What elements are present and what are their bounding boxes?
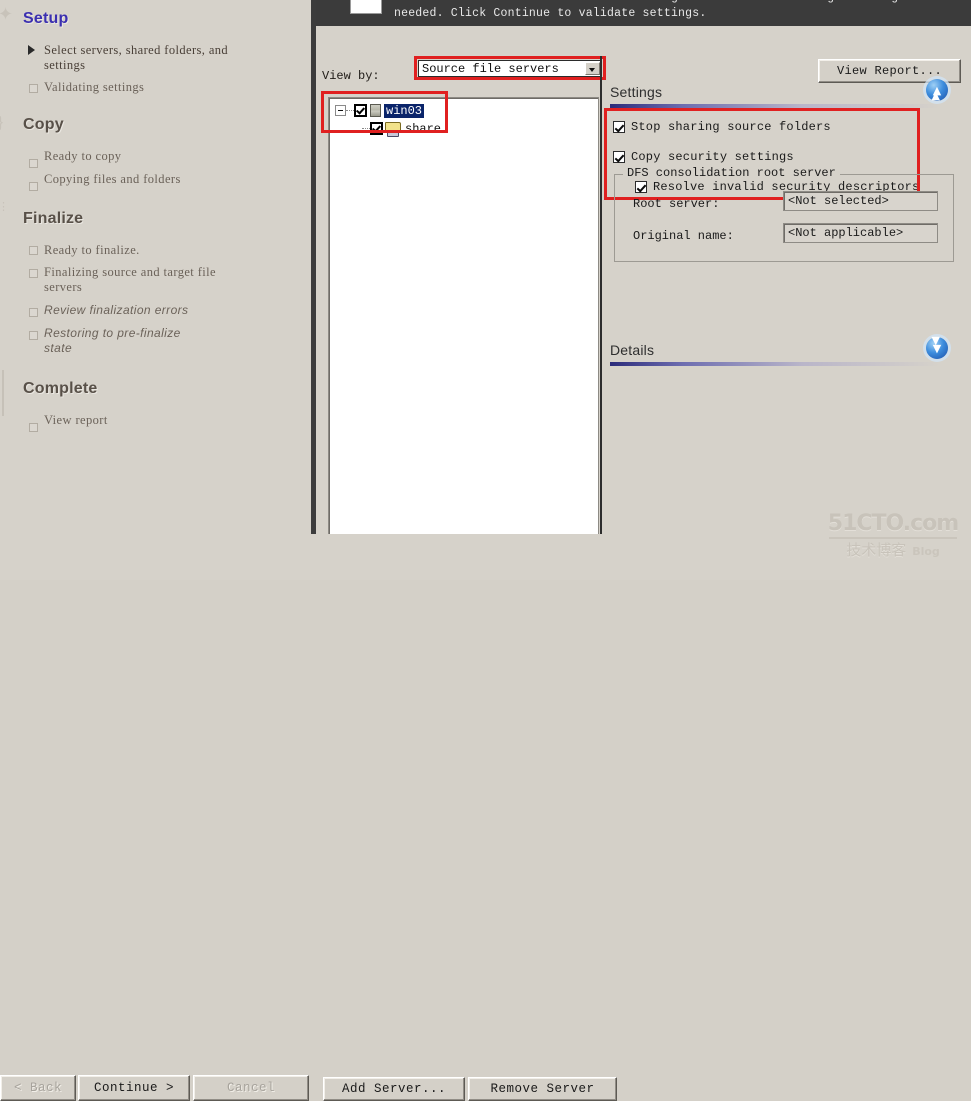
migration-wizard-window: ✦ } ⋮ Setup Select servers, shared folde… xyxy=(0,0,971,1101)
sidebar-step-review-finalization-errors: Review finalization errors xyxy=(44,303,189,317)
collapse-expander-icon[interactable] xyxy=(335,105,346,116)
wizard-instruction-header: Select servers and shared folders to mig… xyxy=(316,0,971,26)
original-name-label: Original name: xyxy=(633,229,734,243)
edge-decoration-mark: ⋮ xyxy=(0,201,9,213)
checkbox-stop-sharing-row[interactable]: Stop sharing source folders xyxy=(613,120,831,134)
sidebar-step-ready-to-copy: Ready to copy xyxy=(44,149,122,163)
view-by-combobox-wrapper[interactable]: Source file servers xyxy=(414,56,606,80)
checkbox-copy-security-row[interactable]: Copy security settings xyxy=(613,150,794,164)
content-column-divider xyxy=(600,56,602,556)
tree-row-share[interactable]: share xyxy=(362,120,443,137)
settings-section-rule xyxy=(610,104,940,108)
wizard-instruction-text: Select servers and shared folders to mig… xyxy=(394,0,926,20)
sidebar-phase-complete-title: Complete xyxy=(23,380,98,397)
tree-connector-line xyxy=(346,109,354,112)
view-by-selected-value: Source file servers xyxy=(422,62,559,76)
chevron-up-icon[interactable]: ▲ ▲ xyxy=(926,79,948,101)
wizard-button-bar: < Back Continue > Cancel Add Server... R… xyxy=(0,534,971,1101)
server-tree-panel[interactable]: win03 share xyxy=(328,97,599,552)
step-bullet-icon xyxy=(29,159,38,168)
cancel-button[interactable]: Cancel xyxy=(193,1075,309,1101)
sidebar-step-validating-settings: Validating settings xyxy=(44,80,145,94)
chevron-down-icon[interactable] xyxy=(585,62,600,75)
sidebar-step-restoring-pre-finalize: Restoring to pre-finalize state xyxy=(44,326,181,355)
tree-checkbox-server[interactable] xyxy=(354,104,367,117)
remove-server-button[interactable]: Remove Server xyxy=(468,1077,617,1101)
details-section-rule xyxy=(610,362,940,366)
shared-folder-icon xyxy=(385,121,401,137)
sidebar-step-select-servers[interactable]: Select servers, shared folders, and sett… xyxy=(44,43,264,73)
sidebar-phase-copy-title: Copy xyxy=(23,116,64,133)
server-icon xyxy=(370,104,381,117)
tree-checkbox-share[interactable] xyxy=(370,122,383,135)
step-bullet-icon xyxy=(29,308,38,317)
main-content-area: View by: Source file servers View Report… xyxy=(316,26,971,580)
edge-decoration-mark: ✦ xyxy=(0,4,14,24)
sidebar-phase-finalize-title: Finalize xyxy=(23,210,84,227)
step-bullet-icon xyxy=(29,423,38,432)
add-server-button[interactable]: Add Server... xyxy=(323,1077,465,1101)
step-bullet-icon xyxy=(29,246,38,255)
wizard-header-icon xyxy=(350,0,382,14)
wizard-progress-sidebar: ✦ } ⋮ Setup Select servers, shared folde… xyxy=(0,0,310,580)
original-name-value[interactable]: <Not applicable> xyxy=(783,223,938,243)
checkbox-stop-sharing[interactable] xyxy=(613,121,625,133)
sidebar-phase-setup-title: Setup xyxy=(23,10,69,27)
root-server-label: Root server: xyxy=(633,197,720,211)
sidebar-step-ready-to-finalize: Ready to finalize. xyxy=(44,243,140,257)
dfs-consolidation-groupbox: DFS consolidation root server Root serve… xyxy=(614,166,954,262)
tree-connector-line xyxy=(362,127,370,130)
edge-decoration-mark: } xyxy=(0,112,5,133)
settings-section-title: Settings xyxy=(610,84,663,100)
sidebar-step-view-report: View report xyxy=(44,413,108,427)
chevron-down-icon[interactable]: ▼ ▼ xyxy=(926,335,948,359)
settings-column: Settings ▲ ▲ Stop sharing source folders … xyxy=(604,56,964,556)
checkbox-copy-security-label: Copy security settings xyxy=(631,150,794,164)
root-server-value[interactable]: <Not selected> xyxy=(783,191,938,211)
current-step-arrow-icon xyxy=(28,45,35,55)
sidebar-scroll-region: ✦ } ⋮ Setup Select servers, shared folde… xyxy=(0,0,310,535)
step-bullet-icon xyxy=(29,331,38,340)
step-bullet-icon xyxy=(29,182,38,191)
view-by-combobox[interactable]: Source file servers xyxy=(418,60,602,77)
checkbox-copy-security[interactable] xyxy=(613,151,625,163)
details-section-title: Details xyxy=(610,342,655,358)
sidebar-step-finalizing-servers: Finalizing source and target file server… xyxy=(44,265,216,294)
step-bullet-icon xyxy=(29,84,38,93)
back-button[interactable]: < Back xyxy=(0,1075,76,1101)
view-by-label: View by: xyxy=(322,69,380,83)
continue-button[interactable]: Continue > xyxy=(78,1075,190,1101)
groupbox-border xyxy=(614,174,954,262)
checkbox-stop-sharing-label: Stop sharing source folders xyxy=(631,120,831,134)
tree-label-share: share xyxy=(405,121,442,136)
step-bullet-icon xyxy=(29,269,38,278)
sidebar-step-copying-files: Copying files and folders xyxy=(44,172,181,186)
tree-row-server[interactable]: win03 xyxy=(335,102,425,119)
edge-decoration-bar xyxy=(2,370,4,416)
dfs-groupbox-legend: DFS consolidation root server xyxy=(623,166,840,180)
tree-label-server: win03 xyxy=(384,103,425,118)
